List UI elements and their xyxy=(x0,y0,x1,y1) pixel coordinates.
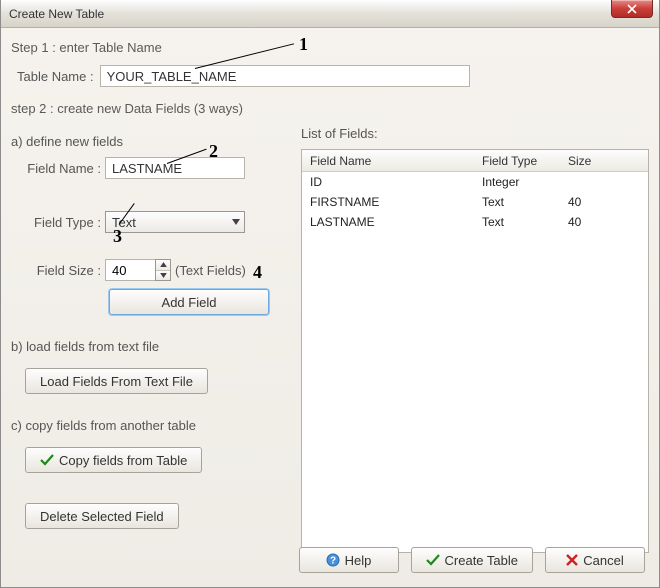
chevron-down-icon xyxy=(232,219,240,225)
field-type-combobox[interactable]: Text xyxy=(105,211,245,233)
field-size-input[interactable] xyxy=(105,259,155,281)
right-column: List of Fields: Field Name Field Type Si… xyxy=(301,126,649,553)
window-title: Create New Table xyxy=(9,7,104,21)
table-name-input[interactable] xyxy=(100,65,470,87)
close-icon xyxy=(627,4,637,14)
copy-fields-button[interactable]: Copy fields from Table xyxy=(25,447,202,473)
cell-size: 40 xyxy=(568,215,648,229)
cell-size: 40 xyxy=(568,195,648,209)
cancel-label: Cancel xyxy=(583,553,623,568)
chevron-up-icon xyxy=(160,262,167,267)
fields-list[interactable]: Field Name Field Type Size ID Integer FI… xyxy=(301,149,649,553)
cell-name: LASTNAME xyxy=(302,215,482,229)
load-fields-label: Load Fields From Text File xyxy=(40,374,193,389)
help-button[interactable]: ? Help xyxy=(299,547,399,573)
list-header: Field Name Field Type Size xyxy=(302,150,648,172)
main-layout: a) define new fields Field Name : Field … xyxy=(11,126,649,553)
table-row[interactable]: LASTNAME Text 40 xyxy=(302,212,648,232)
cell-name: FIRSTNAME xyxy=(302,195,482,209)
title-bar: Create New Table xyxy=(1,0,659,28)
field-type-label: Field Type : xyxy=(11,215,105,230)
svg-text:?: ? xyxy=(330,556,336,567)
section-delete: Delete Selected Field xyxy=(11,497,291,529)
table-name-row: Table Name : xyxy=(17,65,649,87)
step1-heading: Step 1 : enter Table Name xyxy=(11,40,649,55)
delete-field-label: Delete Selected Field xyxy=(40,509,164,524)
add-field-button[interactable]: Add Field xyxy=(109,289,269,315)
section-a-heading: a) define new fields xyxy=(11,134,291,149)
field-name-row: Field Name : xyxy=(11,157,291,179)
field-name-label: Field Name : xyxy=(11,161,105,176)
check-icon xyxy=(40,454,54,466)
table-name-label: Table Name : xyxy=(17,69,94,84)
help-label: Help xyxy=(345,553,372,568)
table-row[interactable]: ID Integer xyxy=(302,172,648,192)
help-icon: ? xyxy=(326,553,340,567)
cell-type: Integer xyxy=(482,175,568,189)
list-body: ID Integer FIRSTNAME Text 40 LASTNAME Te… xyxy=(302,172,648,552)
field-type-row: Field Type : Text xyxy=(11,211,291,233)
field-size-hint: (Text Fields) xyxy=(175,263,246,278)
field-type-value: Text xyxy=(112,215,136,230)
close-button[interactable] xyxy=(611,0,653,18)
copy-fields-label: Copy fields from Table xyxy=(59,453,187,468)
spinner-up[interactable] xyxy=(156,260,170,270)
field-size-stepper[interactable] xyxy=(105,259,171,281)
chevron-down-icon xyxy=(160,273,167,278)
add-field-label: Add Field xyxy=(162,295,217,310)
section-c-heading: c) copy fields from another table xyxy=(11,418,291,433)
field-size-label: Field Size : xyxy=(11,263,105,278)
dialog-content: Step 1 : enter Table Name Table Name : s… xyxy=(1,28,659,587)
col-header-name[interactable]: Field Name xyxy=(302,150,482,171)
field-size-row: Field Size : (Text Fields) xyxy=(11,259,291,281)
col-header-size[interactable]: Size xyxy=(568,150,648,171)
step2-heading: step 2 : create new Data Fields (3 ways) xyxy=(11,101,649,116)
cell-name: ID xyxy=(302,175,482,189)
col-header-type[interactable]: Field Type xyxy=(482,150,568,171)
spinner-buttons xyxy=(155,259,171,281)
cell-type: Text xyxy=(482,195,568,209)
dialog-window: Create New Table Step 1 : enter Table Na… xyxy=(0,0,660,588)
left-column: a) define new fields Field Name : Field … xyxy=(11,126,291,553)
create-table-label: Create Table xyxy=(445,553,518,568)
spinner-down[interactable] xyxy=(156,270,170,281)
cancel-icon xyxy=(566,554,578,566)
cell-type: Text xyxy=(482,215,568,229)
load-fields-button[interactable]: Load Fields From Text File xyxy=(25,368,208,394)
table-row[interactable]: FIRSTNAME Text 40 xyxy=(302,192,648,212)
check-icon xyxy=(426,554,440,566)
section-c: c) copy fields from another table Copy f… xyxy=(11,418,291,473)
create-table-button[interactable]: Create Table xyxy=(411,547,533,573)
cancel-button[interactable]: Cancel xyxy=(545,547,645,573)
section-b-heading: b) load fields from text file xyxy=(11,339,291,354)
footer-buttons: ? Help Create Table Cancel xyxy=(299,547,645,573)
list-title: List of Fields: xyxy=(301,126,649,141)
field-name-input[interactable] xyxy=(105,157,245,179)
section-b: b) load fields from text file Load Field… xyxy=(11,339,291,394)
delete-field-button[interactable]: Delete Selected Field xyxy=(25,503,179,529)
